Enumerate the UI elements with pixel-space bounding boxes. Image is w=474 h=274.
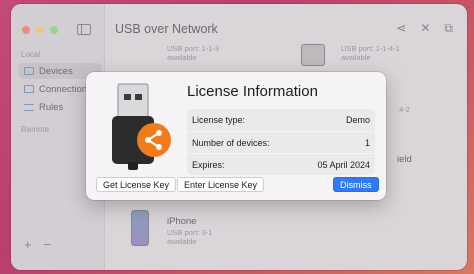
add-button[interactable]: + [24,237,32,252]
row-value: 1 [364,137,370,148]
license-type-row: License type: Demo [187,109,375,131]
dismiss-button[interactable]: Dismiss [333,177,379,192]
remove-button[interactable]: − [44,237,52,252]
zoom-window-button[interactable] [50,26,58,34]
sidebar-bottom-bar: + − [24,237,51,252]
row-label: License type: [192,115,246,125]
usb-share-icon [112,83,171,170]
rules-icon [24,103,34,111]
window-title: USB over Network [115,22,218,36]
share-icon[interactable]: ⋖ [396,21,406,36]
section-remote-label: Remote [21,125,50,134]
window-controls [22,26,58,34]
connections-icon [24,85,34,93]
device-port-text: 4-2 [399,105,410,114]
license-dialog: License Information License type: Demo N… [86,72,386,200]
row-value: 05 April 2024 [317,159,370,170]
devices-icon [24,67,34,75]
sidebar-item-label: Connections [39,83,92,95]
dialog-title: License Information [187,83,318,100]
section-local-label: Local [21,50,41,59]
row-label: Number of devices: [192,137,270,148]
minimize-window-button[interactable] [36,26,44,34]
device-status-text: available [167,53,197,62]
remote-desktop-icon[interactable]: ⧉ [444,21,453,36]
device-count-row: Number of devices: 1 [187,131,375,153]
device-name-text: ield [397,154,412,165]
row-label: Expires: [192,159,225,170]
sidebar-item-label: Rules [39,101,64,113]
disconnect-icon[interactable]: ✕ [420,21,430,36]
device-status-text: available [341,53,371,62]
enter-license-key-button[interactable]: Enter License Key [177,177,265,192]
license-info-table: License type: Demo Number of devices: 1 … [187,109,375,175]
iphone-device-icon [131,210,149,246]
device-status-text: available [167,237,197,246]
device-port-text: USB port: 3-1 [167,228,213,237]
expires-row: Expires: 05 April 2024 [187,153,375,175]
close-window-button[interactable] [22,26,30,34]
device-port-text: USB port: 1-1-4-1 [341,44,400,53]
sidebar-toggle-icon[interactable] [77,24,91,35]
row-value: Demo [345,115,370,125]
device-port-text: USB port: 1-1-3 [167,44,220,53]
sidebar-item-label: Devices [39,65,73,77]
get-license-key-button[interactable]: Get License Key [96,177,177,192]
device-name-iphone[interactable]: iPhone [167,216,197,227]
toolbar-icons: ⋖ ✕ ⧉ [396,21,453,36]
dock-device-icon [301,44,325,66]
